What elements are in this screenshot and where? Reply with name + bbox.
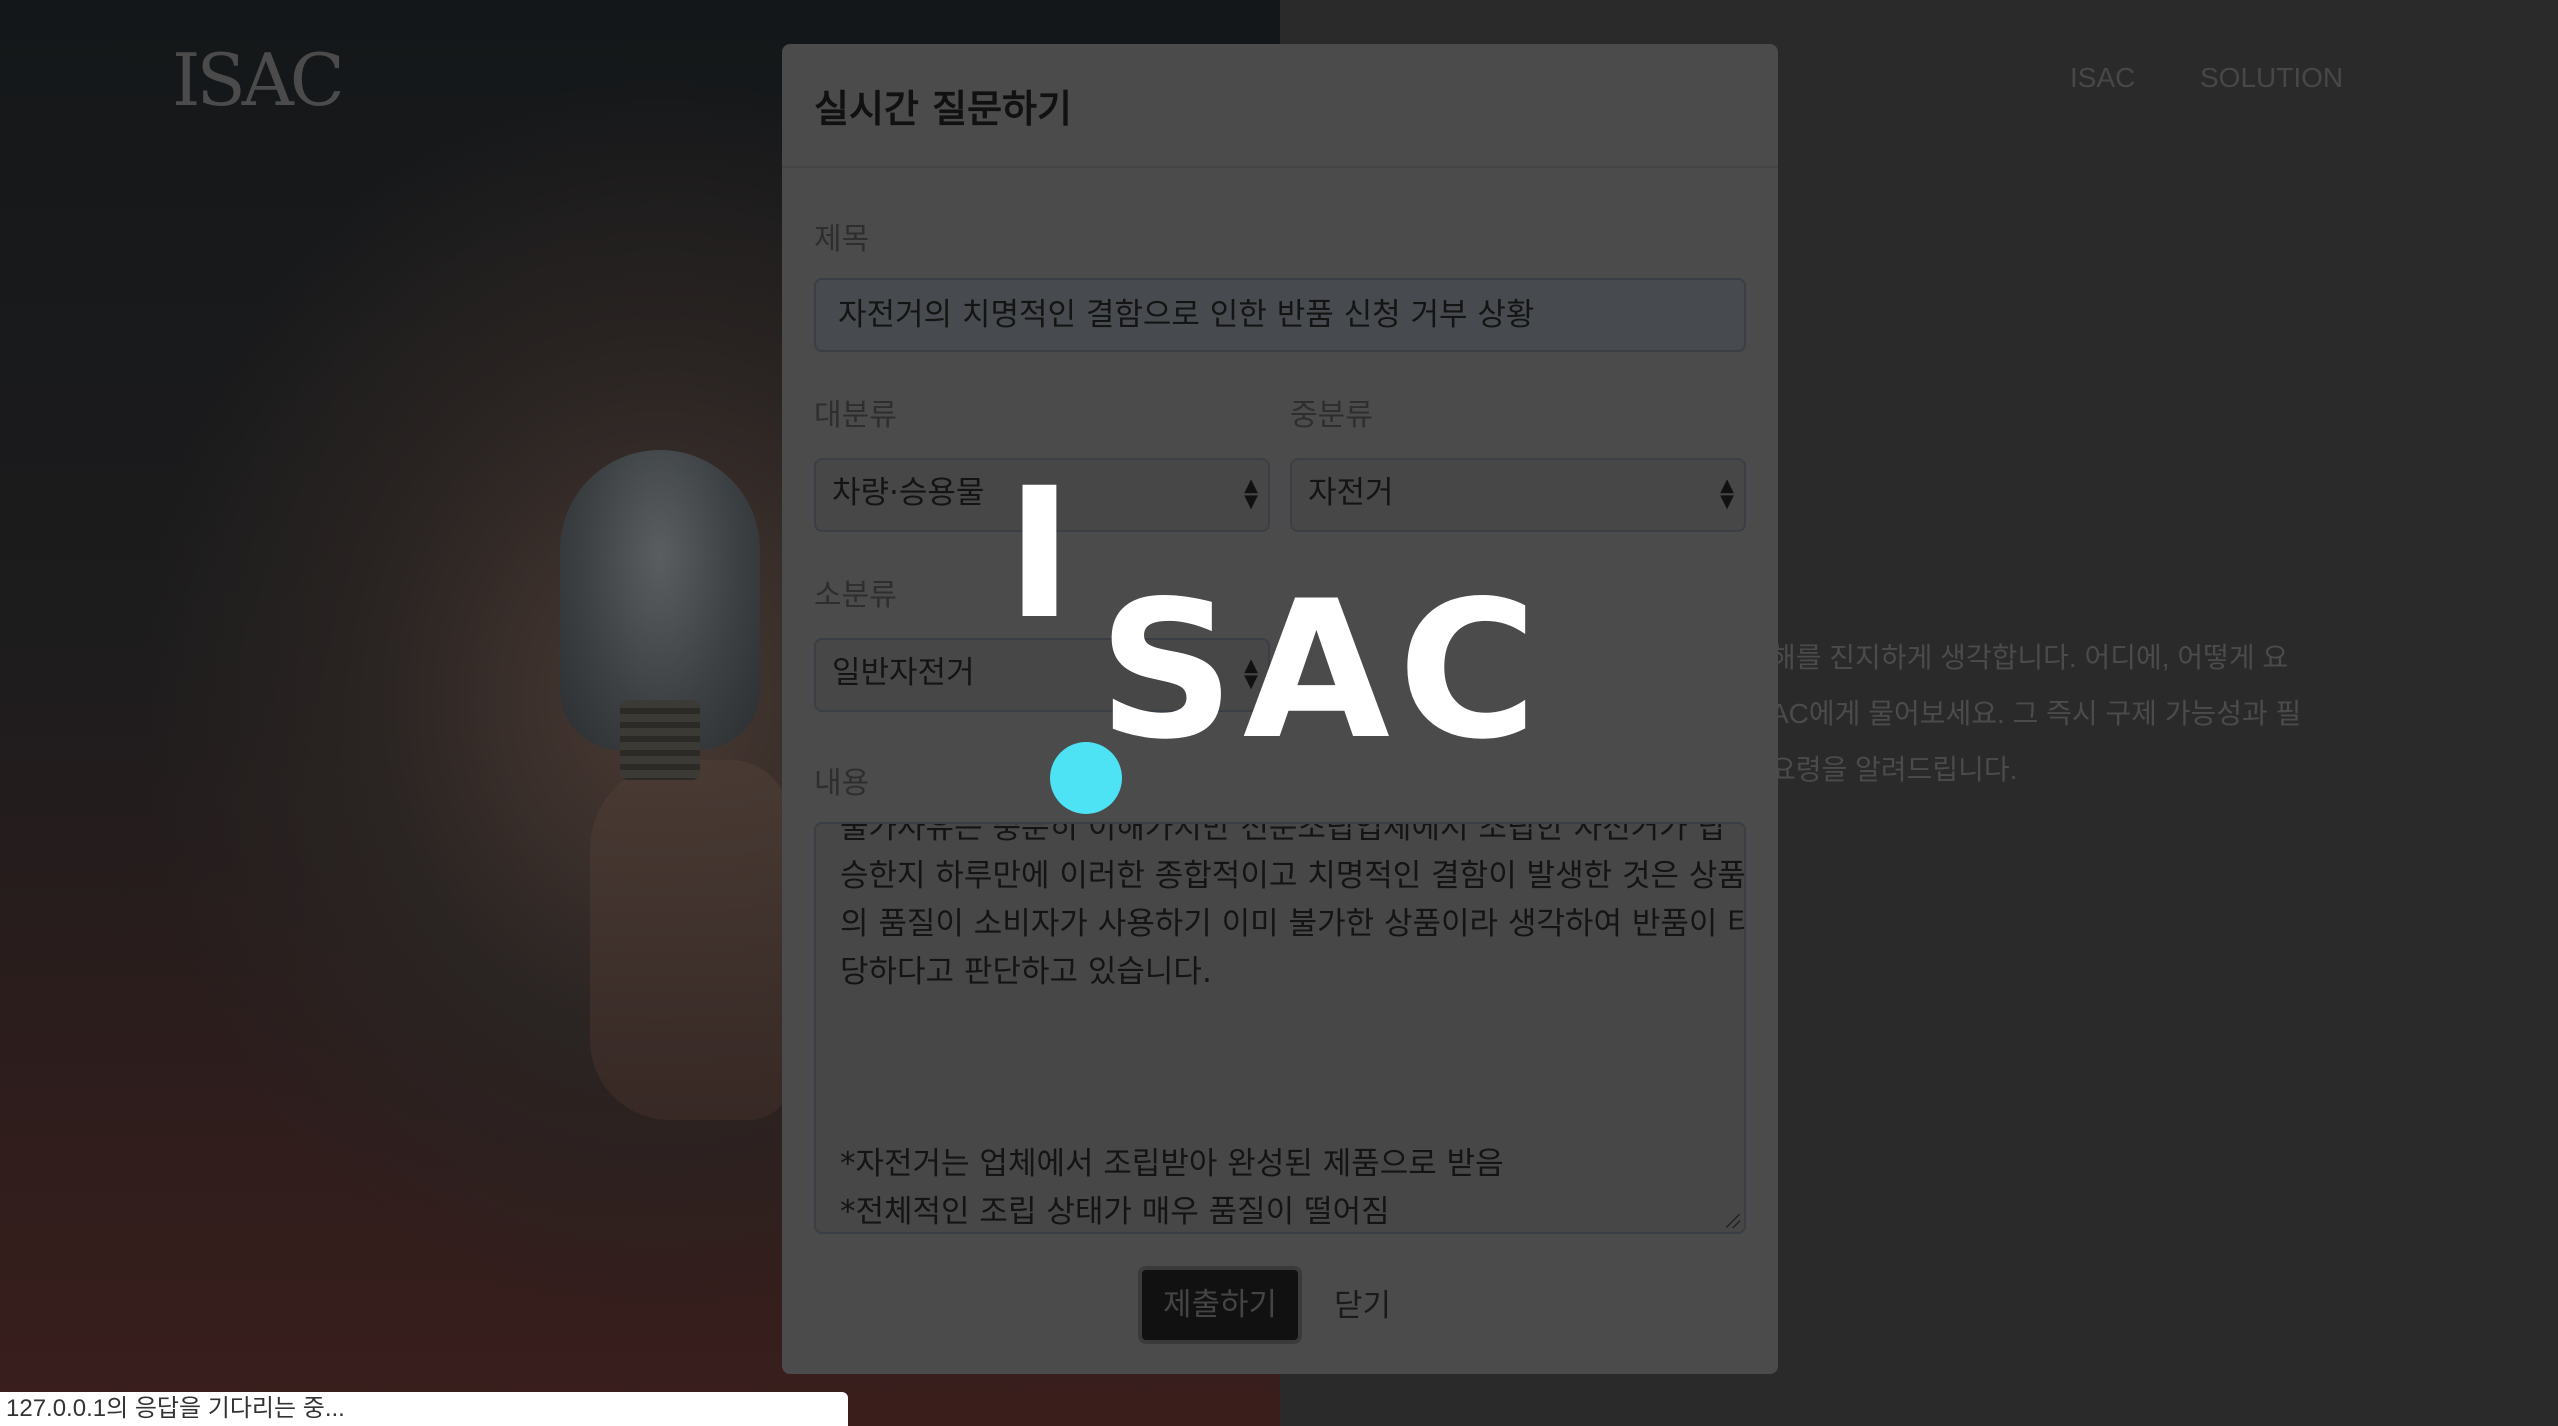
- loading-logo-letter: I: [1006, 450, 1073, 659]
- lightbulb-base-image: [620, 700, 700, 780]
- submit-button[interactable]: 제출하기: [1138, 1266, 1302, 1344]
- content-line: 당하다고 판단하고 있습니다.: [840, 954, 1212, 990]
- hero-paragraph-line: AC에게 물어보세요. 그 즉시 구제 가능성과 필: [1770, 698, 2302, 729]
- resize-handle-icon[interactable]: [1726, 1214, 1740, 1228]
- modal-header: 실시간 질문하기: [782, 44, 1778, 168]
- middle-category-value: 자전거: [1308, 475, 1394, 511]
- content-line: 승한지 하루만에 이러한 종합적이고 치명적인 결함이 발생한 것은 상품: [840, 858, 1746, 894]
- content-label: 내용: [814, 766, 870, 801]
- hero-paragraph-line: 해를 진지하게 생각합니다. 어디에, 어떻게 요: [1770, 642, 2289, 673]
- hero-paragraph-line: 요령을 알려드립니다.: [1770, 754, 2018, 785]
- close-button[interactable]: 닫기: [1334, 1280, 1391, 1325]
- content-textarea[interactable]: 불가사유는 충분히 이해가지만 전문조립업체에서 조립한 자전거가 탑 승한지 …: [814, 822, 1746, 1234]
- loading-logo-text: SAC: [1098, 560, 1546, 781]
- content-line: 의 품질이 소비자가 사용하기 이미 불가한 상품이라 생각하여 반품이 타: [840, 906, 1746, 942]
- content-line: 불가사유는 충분히 이해가지만 전문조립업체에서 조립한 자전거가 탑: [840, 822, 1727, 846]
- browser-status-bar: 127.0.0.1의 응답을 기다리는 중...: [0, 1392, 848, 1426]
- title-input[interactable]: 자전거의 치명적인 결함으로 인한 반품 신청 거부 상황: [814, 278, 1746, 352]
- major-category-label: 대분류: [814, 398, 897, 433]
- middle-category-label: 중분류: [1290, 398, 1373, 433]
- title-label: 제목: [814, 222, 870, 257]
- select-arrows-icon: ▲ ▼: [1244, 475, 1258, 512]
- modal-title: 실시간 질문하기: [814, 87, 1072, 131]
- middle-category-select[interactable]: 자전거 ▲ ▼: [1290, 458, 1746, 532]
- major-category-value: 차량·승용물: [832, 475, 985, 511]
- loading-dot-icon: [1050, 742, 1122, 814]
- nav-link-solution[interactable]: SOLUTION: [2200, 62, 2343, 94]
- hand-image: [590, 760, 790, 1120]
- minor-category-label: 소분류: [814, 578, 897, 613]
- minor-category-value: 일반자전거: [832, 655, 975, 691]
- select-arrows-icon: ▲ ▼: [1720, 475, 1734, 512]
- site-logo[interactable]: ISAC: [172, 38, 345, 122]
- nav-link-isac[interactable]: ISAC: [2070, 62, 2135, 94]
- content-line: *전체적인 조립 상태가 매우 품질이 떨어짐: [840, 1194, 1390, 1230]
- content-line: *자전거는 업체에서 조립받아 완성된 제품으로 받음: [840, 1146, 1504, 1182]
